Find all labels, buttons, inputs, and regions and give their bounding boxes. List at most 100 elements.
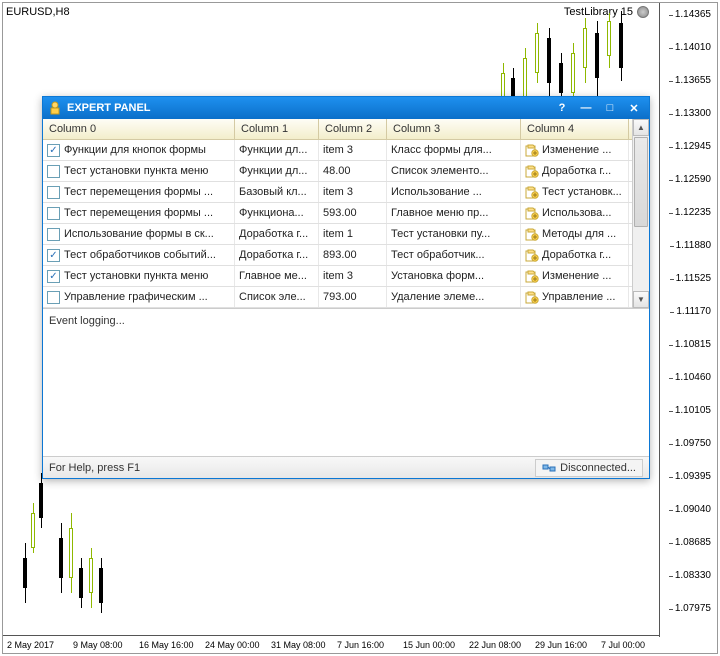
cell-text: Базовый кл... (235, 182, 319, 202)
file-icon (525, 248, 539, 262)
x-tick: 2 May 2017 (7, 640, 54, 650)
scrollbar[interactable]: ▲ ▼ (632, 119, 649, 308)
cell-text: Класс формы для... (387, 140, 521, 160)
scroll-thumb[interactable] (634, 137, 648, 227)
cell-text: Доработка г... (542, 249, 611, 261)
cell-text: Функции дл... (235, 161, 319, 181)
cell-text: Управление ... (542, 291, 615, 303)
cell-text: 593.00 (319, 203, 387, 223)
x-tick: 7 Jun 16:00 (337, 640, 384, 650)
cell-text: Список элементо... (387, 161, 521, 181)
cell-text: Тест обработчиков событий... (64, 249, 216, 261)
x-tick: 15 Jun 00:00 (403, 640, 455, 650)
y-tick: 1.10460 (675, 372, 711, 383)
cell-text: Установка форм... (387, 266, 521, 286)
table-row[interactable]: ✓ Тест обработчиков событий... Доработка г… (43, 245, 632, 266)
cell-text: Функции для кнопок формы (64, 144, 206, 156)
table-row[interactable]: Тест перемещения формы ... Функциона...59… (43, 203, 632, 224)
table-rows: ✓Функции для кнопок формыФункции дл...it… (43, 140, 632, 308)
y-axis: 1.143651.140101.136551.133001.129451.125… (659, 3, 717, 637)
titlebar[interactable]: EXPERT PANEL ? — □ ✕ (43, 97, 649, 119)
x-tick: 29 Jun 16:00 (535, 640, 587, 650)
cell-text: Изменение ... (542, 270, 611, 282)
scroll-down-button[interactable]: ▼ (633, 291, 649, 308)
file-icon (525, 290, 539, 304)
cell-text: Функциона... (235, 203, 319, 223)
col-header[interactable]: Column 2 (319, 119, 387, 139)
cell-text: item 1 (319, 224, 387, 244)
col-header[interactable]: Column 1 (235, 119, 319, 139)
network-icon (542, 461, 556, 475)
cell-text: Изменение ... (542, 144, 611, 156)
file-icon (525, 164, 539, 178)
y-tick: 1.11880 (676, 240, 711, 251)
checkbox[interactable] (47, 165, 60, 178)
y-tick: 1.12590 (675, 174, 711, 185)
x-tick: 7 Jul 00:00 (601, 640, 645, 650)
table-row[interactable]: Управление графическим ...Список эле...7… (43, 287, 632, 308)
cell-text: Тест установк... (542, 186, 622, 198)
col-header[interactable]: Column 4 (521, 119, 629, 139)
checkbox[interactable] (47, 228, 60, 241)
table-header: Column 0 Column 1 Column 2 Column 3 Colu… (43, 119, 632, 140)
y-tick: 1.13655 (675, 75, 711, 86)
cell-text: Использование ... (387, 182, 521, 202)
cell-text: item 3 (319, 266, 387, 286)
panel-icon (47, 100, 63, 116)
cell-text: item 3 (319, 140, 387, 160)
panel-title: EXPERT PANEL (67, 102, 151, 114)
x-tick: 16 May 16:00 (139, 640, 194, 650)
cell-text: Доработка г... (235, 224, 319, 244)
checkbox[interactable]: ✓ (47, 270, 60, 283)
table-row[interactable]: Тест перемещения формы ... Базовый кл...i… (43, 182, 632, 203)
y-tick: 1.11525 (676, 273, 711, 284)
y-tick: 1.12235 (675, 207, 711, 218)
cell-text: Тест установки пункта меню (64, 165, 208, 177)
help-button[interactable]: ? (551, 100, 573, 116)
cell-text: Использование формы в ск... (64, 228, 214, 240)
x-tick: 31 May 08:00 (271, 640, 326, 650)
y-tick: 1.13300 (675, 108, 711, 119)
table-row[interactable]: Тест установки пункта меню Функции дл...4… (43, 161, 632, 182)
col-header[interactable]: Column 3 (387, 119, 521, 139)
y-tick: 1.07975 (675, 603, 711, 614)
checkbox[interactable] (47, 207, 60, 220)
checkbox[interactable]: ✓ (47, 249, 60, 262)
connection-status[interactable]: Disconnected... (535, 459, 643, 477)
expert-panel: EXPERT PANEL ? — □ ✕ Column 0 Column 1 C… (42, 96, 650, 479)
y-tick: 1.09040 (675, 504, 711, 515)
file-icon (525, 269, 539, 283)
cell-text: 893.00 (319, 245, 387, 265)
x-axis: 2 May 2017 9 May 08:00 16 May 16:00 24 May … (3, 635, 659, 653)
checkbox[interactable] (47, 186, 60, 199)
maximize-button[interactable]: □ (599, 100, 621, 116)
x-tick: 9 May 08:00 (73, 640, 123, 650)
table-row[interactable]: ✓Функции для кнопок формыФункции дл...it… (43, 140, 632, 161)
cell-text: Тест установки пункта меню (64, 270, 208, 282)
close-button[interactable]: ✕ (623, 100, 645, 116)
scroll-up-button[interactable]: ▲ (633, 119, 649, 136)
cell-text: 48.00 (319, 161, 387, 181)
table-row[interactable]: Использование формы в ск... Доработка г..… (43, 224, 632, 245)
cell-text: Доработка г... (235, 245, 319, 265)
y-tick: 1.08330 (675, 570, 711, 581)
y-tick: 1.14010 (675, 42, 711, 53)
file-icon (525, 206, 539, 220)
checkbox[interactable]: ✓ (47, 144, 60, 157)
cell-text: Тест перемещения формы ... (64, 207, 213, 219)
cell-text: Доработка г... (542, 165, 611, 177)
cell-text: item 3 (319, 182, 387, 202)
cell-text: Тест перемещения формы ... (64, 186, 213, 198)
table-row[interactable]: ✓Тест установки пункта менюГлавное ме...… (43, 266, 632, 287)
y-tick: 1.09750 (675, 438, 711, 449)
col-header[interactable]: Column 0 (43, 119, 235, 139)
x-tick: 24 May 00:00 (205, 640, 260, 650)
log-area: Event logging... (43, 308, 649, 456)
checkbox[interactable] (47, 291, 60, 304)
x-tick: 22 Jun 08:00 (469, 640, 521, 650)
minimize-button[interactable]: — (575, 100, 597, 116)
help-hint: For Help, press F1 (49, 462, 140, 474)
cell-text: Тест установки пу... (387, 224, 521, 244)
cell-text: Тест обработчик... (387, 245, 521, 265)
y-tick: 1.09395 (675, 471, 711, 482)
